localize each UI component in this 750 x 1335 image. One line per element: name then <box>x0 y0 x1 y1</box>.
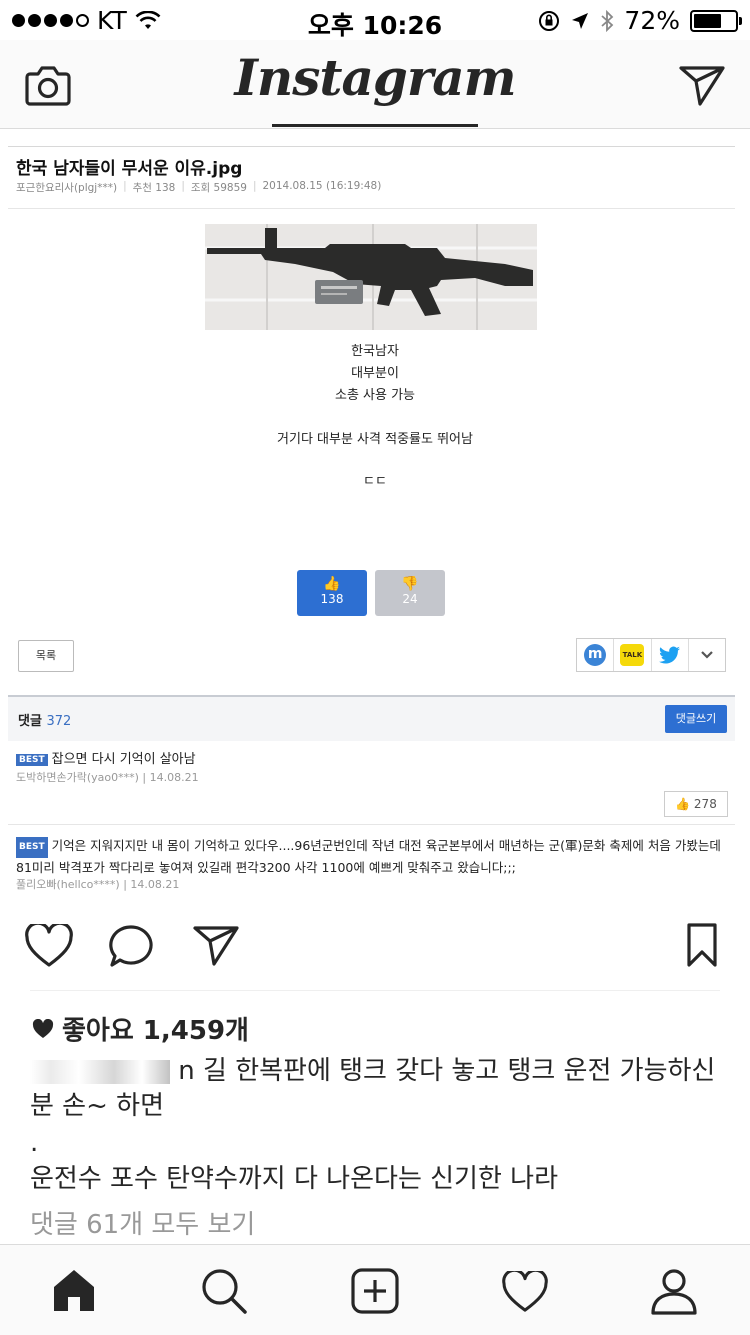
comment-meta: 도박하면손가락(yao0***) | 14.08.21 <box>16 771 199 784</box>
profile-icon[interactable] <box>650 1267 698 1315</box>
comment-text: 잡으면 다시 기억이 살아남 <box>51 752 196 767</box>
comment-text: 기억은 지워지지만 내 몸이 기억하고 있다우....96년군번인데 작년 대전… <box>16 838 721 875</box>
likes-count[interactable]: 좋아요 1,459개 <box>32 1010 249 1047</box>
post-text-line-2: 대부분이 <box>351 366 399 381</box>
share-buttons: m TALK <box>576 638 726 672</box>
list-button[interactable]: 목록 <box>18 640 74 672</box>
orientation-lock-icon <box>539 10 560 31</box>
logo-underline <box>272 124 478 127</box>
heart-filled-icon <box>32 1018 54 1038</box>
comments-bar: 댓글 372 댓글쓰기 <box>8 695 735 741</box>
add-icon[interactable] <box>350 1267 400 1315</box>
location-arrow-icon <box>572 12 589 29</box>
post-text-line-4: 거기다 대부분 사격 적중률도 뛰어남 <box>277 432 473 447</box>
home-icon[interactable] <box>50 1267 98 1313</box>
twitter-share-icon[interactable] <box>652 639 689 671</box>
comment-like-count: 278 <box>693 797 717 811</box>
comment-icon[interactable] <box>108 924 154 968</box>
comment-like-button[interactable]: 👍 278 <box>664 791 728 817</box>
heart-icon[interactable] <box>24 924 74 968</box>
caption-dot: . <box>30 1128 39 1158</box>
post-title: 한국 남자들이 무서운 이유.jpg <box>16 159 243 179</box>
bookmark-icon[interactable] <box>686 922 718 968</box>
post-recommend: 추천 138 <box>132 182 176 194</box>
likes-text: 좋아요 1,459개 <box>62 1016 249 1046</box>
best-badge: BEST <box>16 754 48 766</box>
direct-message-icon[interactable] <box>678 64 726 106</box>
upvote-count: 138 <box>320 592 344 606</box>
post-date: 2014.08.15 (16:19:48) <box>262 180 382 192</box>
post-text-line-5: ㄷㄷ <box>363 474 387 489</box>
battery-icon <box>690 9 742 32</box>
thumbs-up-icon: 👍 <box>323 576 341 592</box>
instagram-logo[interactable]: Instagram <box>0 48 750 107</box>
post-image[interactable]: 한국 남자들이 무서운 이유.jpg 포근한요리사(plgj***) | 추천 … <box>0 130 750 900</box>
app-header: Instagram <box>0 40 750 129</box>
tab-bar <box>0 1244 750 1335</box>
thumbs-down-icon: 👎 <box>401 576 419 592</box>
best-badge: BEST <box>16 837 48 858</box>
chevron-down-icon[interactable] <box>689 639 725 671</box>
upvote-button[interactable]: 👍 138 <box>297 570 367 616</box>
caption: n 길 한복판에 탱크 갖다 놓고 탱크 운전 가능하신분 손~ 하면 <box>30 1054 730 1124</box>
post-actions <box>0 918 750 978</box>
paper-plane-icon[interactable] <box>192 924 240 968</box>
redacted-username <box>30 1059 170 1084</box>
divider <box>30 990 720 991</box>
comments-label: 댓글 <box>18 714 42 729</box>
post-text-line-3: 소총 사용 가능 <box>334 388 416 403</box>
search-icon[interactable] <box>200 1267 248 1315</box>
mypeople-share-icon[interactable]: m <box>577 639 615 671</box>
bluetooth-icon <box>601 9 614 32</box>
write-comment-button[interactable]: 댓글쓰기 <box>665 705 727 733</box>
comments-count: 372 <box>46 714 72 729</box>
downvote-button[interactable]: 👎 24 <box>375 570 445 616</box>
post-views: 조회 59859 <box>190 182 247 194</box>
kakaotalk-share-icon[interactable]: TALK <box>614 639 652 671</box>
rifle-photo <box>205 224 537 330</box>
post-author: 포근한요리사(plgj***) <box>16 182 118 194</box>
battery-percent: 72% <box>624 6 680 35</box>
post-meta: 포근한요리사(plgj***) | 추천 138 | 조회 59859 | 20… <box>16 180 382 194</box>
activity-heart-icon[interactable] <box>500 1271 550 1313</box>
caption-line-2: 운전수 포수 탄약수까지 다 나온다는 신기한 나라 <box>30 1164 558 1194</box>
post-text-line-1: 한국남자 <box>351 344 399 359</box>
view-all-comments-link[interactable]: 댓글 61개 모두 보기 <box>30 1204 255 1241</box>
comment-meta: 풀리오빠(hellco****) | 14.08.21 <box>16 878 180 891</box>
best-comment-1: BEST 잡으면 다시 기억이 살아남 <box>16 748 196 767</box>
best-comment-2: BEST 기억은 지워지지만 내 몸이 기억하고 있다우....96년군번인데 작… <box>16 836 728 877</box>
downvote-count: 24 <box>402 592 418 606</box>
status-bar: KT 오후 10:26 72% <box>0 0 750 40</box>
